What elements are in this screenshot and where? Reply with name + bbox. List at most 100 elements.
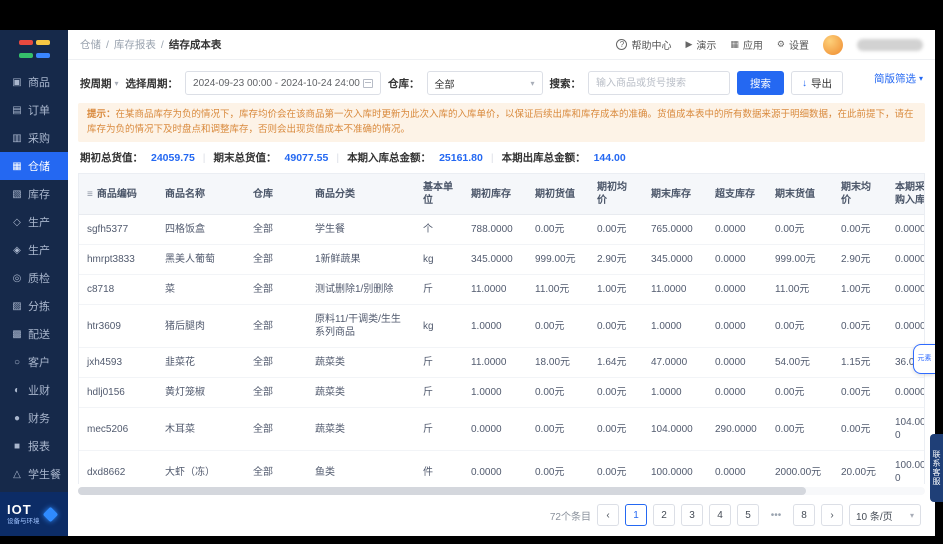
topbar-actions: ? 帮助中心 ▶ 演示 ▦ 应用 ⚙ 设置 bbox=[616, 34, 923, 55]
table-cell: 黄灯笼椒 bbox=[157, 377, 245, 409]
page-button-5[interactable]: 5 bbox=[737, 504, 759, 526]
column-header-label: 仓库 bbox=[253, 188, 273, 200]
next-page-button[interactable]: › bbox=[821, 504, 843, 526]
sidebar-item-production[interactable]: ◇ 生产 bbox=[0, 208, 68, 236]
scrollbar-thumb[interactable] bbox=[78, 487, 807, 495]
sidebar-item-finance[interactable]: ● 财务 bbox=[0, 404, 68, 432]
sidebar-item-report[interactable]: ■ 报表 bbox=[0, 432, 68, 460]
quick-filter-toggle[interactable]: 简版筛选 ▾ bbox=[874, 71, 923, 86]
table-cell: 全部 bbox=[245, 244, 307, 276]
page-button-3[interactable]: 3 bbox=[681, 504, 703, 526]
breadcrumb-link[interactable]: 库存报表 bbox=[114, 37, 156, 52]
action-label: 帮助中心 bbox=[631, 41, 672, 52]
column-header-label: 期末均价 bbox=[841, 182, 871, 207]
sidebar-item-label: 客户 bbox=[28, 357, 50, 369]
column-header-label: 商品编码 bbox=[96, 188, 137, 200]
sidebar-item-label: 生产 bbox=[28, 217, 50, 229]
pagination: 72个条目 ‹ 1 2 3 4 5 ••• 8 › 10 条/页 ▾ bbox=[78, 495, 925, 536]
sidebar-item-inventory[interactable]: ▧ 库存 bbox=[0, 180, 68, 208]
sidebar-item-delivery[interactable]: ▩ 配送 bbox=[0, 320, 68, 348]
table-cell: 测试删除1/别删除 bbox=[307, 274, 415, 306]
period-mode-select[interactable]: 按周期 ▾ bbox=[80, 76, 119, 91]
column-header: 商品分类 bbox=[307, 174, 415, 216]
sidebar-item-label: 报表 bbox=[28, 441, 50, 453]
column-header-label: 期初均价 bbox=[597, 182, 627, 207]
demo-menu-item[interactable]: ▶ 演示 bbox=[685, 37, 716, 52]
sidebar-item-student-meal[interactable]: △ 学生餐 bbox=[0, 460, 68, 488]
sidebar: ▣ 商品 ▤ 订单 ▥ 采购 ▦ 仓储 ▧ 库存 ◇ 生产 ◈ 生产 ◎ 质检 ▨ 分拣 ▩ 配送 ○ 客户 ◐ 业财 ● 财务 ■… bbox=[0, 30, 68, 536]
table-row: sgfh5377 四格饭盒 全部 学生餐个 788.0000 0.00元 0.00元 765.… bbox=[79, 214, 924, 246]
column-header: 期末均价 bbox=[833, 174, 887, 216]
table-cell: 0.0000 bbox=[707, 274, 767, 306]
table-cell: 0.0000 bbox=[707, 304, 767, 349]
logo-bar bbox=[18, 52, 33, 58]
contact-service-tab[interactable]: 联系客服 bbox=[930, 434, 943, 502]
sidebar-item-label: 财务 bbox=[28, 413, 50, 425]
apps-menu-item[interactable]: ▦ 应用 bbox=[730, 37, 763, 52]
sidebar-menu: ▣ 商品 ▤ 订单 ▥ 采购 ▦ 仓储 ▧ 库存 ◇ 生产 ◈ 生产 ◎ 质检 ▨ 分拣 ▩ 配送 ○ 客户 ◐ 业财 ● 财务 ■… bbox=[0, 64, 68, 492]
total-value: 25161.80 bbox=[439, 151, 483, 164]
sidebar-item-label: 仓储 bbox=[28, 161, 50, 173]
help-menu-item[interactable]: ? 帮助中心 bbox=[616, 37, 671, 52]
table-cell: 0.00元 bbox=[833, 214, 887, 246]
column-header: 期末货值 bbox=[767, 174, 833, 216]
sidebar-item-label: 配送 bbox=[28, 329, 50, 341]
floating-side-badge[interactable]: 元素 bbox=[913, 344, 935, 374]
warehouse-select[interactable]: 全部 ▾ bbox=[426, 71, 543, 95]
screen: ▣ 商品 ▤ 订单 ▥ 采购 ▦ 仓储 ▧ 库存 ◇ 生产 ◈ 生产 ◎ 质检 ▨ 分拣 ▩ 配送 ○ 客户 ◐ 业财 ● 财务 ■… bbox=[0, 0, 943, 544]
page-button-8[interactable]: 8 bbox=[793, 504, 815, 526]
sidebar-item-customer[interactable]: ○ 客户 bbox=[0, 348, 68, 376]
table-cell: 黑美人葡萄 bbox=[157, 244, 245, 276]
page-button-4[interactable]: 4 bbox=[709, 504, 731, 526]
settings-menu-item[interactable]: ⚙ 设置 bbox=[777, 37, 809, 52]
table-cell: 1新鲜蔬果 bbox=[307, 244, 415, 276]
table-cell: 0.0000 bbox=[887, 377, 924, 409]
table-row: htr3609 猪后腿肉 全部 原料11/干调类/生生系列商品 kg 1.0000 0.00… bbox=[79, 304, 924, 349]
page-button-1[interactable]: 1 bbox=[625, 504, 647, 526]
table-cell: 0.0000 bbox=[887, 274, 924, 306]
sidebar-item-purchase[interactable]: ▥ 采购 bbox=[0, 124, 68, 152]
total-label: 期初总货值： bbox=[80, 152, 143, 165]
sidebar-item-sorting[interactable]: ▨ 分拣 bbox=[0, 292, 68, 320]
sidebar-item-order[interactable]: ▤ 订单 bbox=[0, 96, 68, 124]
biz-finance-icon: ◐ bbox=[13, 384, 21, 396]
logo-bar bbox=[35, 52, 50, 58]
notice-prefix: 提示： bbox=[87, 109, 116, 120]
table-cell: 11.0000 bbox=[643, 274, 707, 306]
help-icon: ? bbox=[616, 39, 628, 50]
table-cell: 全部 bbox=[245, 347, 307, 379]
total-label: 本期出库总金额： bbox=[501, 152, 586, 165]
sidebar-item-biz-finance[interactable]: ◐ 业财 bbox=[0, 376, 68, 404]
sidebar-item-product[interactable]: ▣ 商品 bbox=[0, 68, 68, 96]
table-cell: 0.00元 bbox=[527, 450, 589, 484]
table-cell: 全部 bbox=[245, 274, 307, 306]
sidebar-item-warehouse[interactable]: ▦ 仓储 bbox=[0, 152, 68, 180]
column-header-label: 商品名称 bbox=[165, 188, 205, 200]
page-button-2[interactable]: 2 bbox=[653, 504, 675, 526]
period-label: 选择周期： bbox=[125, 77, 179, 90]
table-cell: 11.00元 bbox=[527, 274, 589, 306]
table-cell: 100.0000 bbox=[887, 450, 924, 484]
table-cell: 0.00元 bbox=[527, 407, 589, 452]
date-range-input[interactable]: 2024-09-23 00:00 - 2024-10-24 24:00 bbox=[185, 71, 382, 95]
iot-title: IOT bbox=[7, 502, 32, 518]
sidebar-item-label: 库存 bbox=[28, 189, 50, 201]
table-cell: 0.0000 bbox=[707, 244, 767, 276]
breadcrumb-link[interactable]: 仓储 bbox=[80, 37, 101, 52]
prev-page-button[interactable]: ‹ bbox=[597, 504, 619, 526]
column-header: 期初库存 bbox=[463, 174, 527, 216]
sidebar-item-production-2[interactable]: ◈ 生产 bbox=[0, 236, 68, 264]
export-button[interactable]: ↓ 导出 bbox=[791, 71, 844, 95]
settings-icon: ⚙ bbox=[776, 39, 785, 49]
search-button[interactable]: 搜索 bbox=[737, 71, 785, 95]
table-cell: 765.0000 bbox=[643, 214, 707, 246]
table-cell: 蔬菜类 bbox=[307, 347, 415, 379]
avatar[interactable] bbox=[823, 34, 843, 55]
table-cell: 11.00元 bbox=[767, 274, 833, 306]
sidebar-item-quality[interactable]: ◎ 质检 bbox=[0, 264, 68, 292]
warehouse-label: 仓库： bbox=[388, 77, 420, 90]
search-input[interactable] bbox=[588, 71, 731, 95]
column-settings-icon[interactable]: ≡ bbox=[87, 189, 93, 200]
page-size-select[interactable]: 10 条/页 ▾ bbox=[849, 504, 921, 526]
action-label: 设置 bbox=[789, 41, 809, 52]
